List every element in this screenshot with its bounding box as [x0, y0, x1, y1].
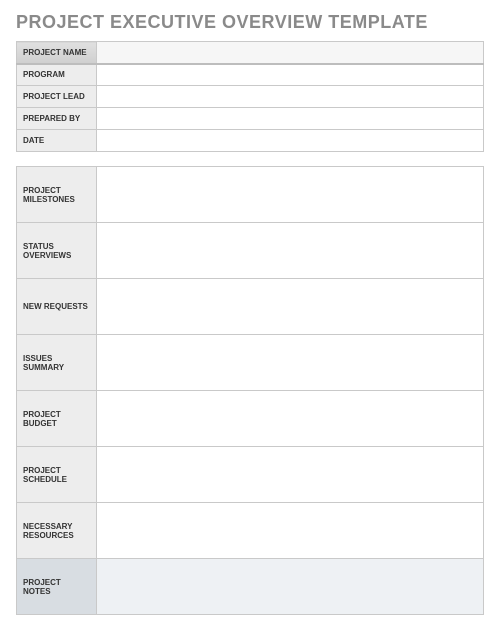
header-row: DATE — [17, 130, 484, 152]
section-row: STATUS OVERVIEWS — [17, 223, 484, 279]
header-value-prepared-by[interactable] — [97, 108, 484, 130]
header-table: PROJECT NAME PROGRAM PROJECT LEAD PREPAR… — [16, 41, 484, 152]
section-value-resources[interactable] — [97, 503, 484, 559]
header-label-project-lead: PROJECT LEAD — [17, 86, 97, 108]
section-label-resources: NECESSARY RESOURCES — [17, 503, 97, 559]
section-row: PROJECT MILESTONES — [17, 167, 484, 223]
page-title: PROJECT EXECUTIVE OVERVIEW TEMPLATE — [16, 12, 484, 33]
header-label-prepared-by: PREPARED BY — [17, 108, 97, 130]
section-value-status[interactable] — [97, 223, 484, 279]
section-label-issues: ISSUES SUMMARY — [17, 335, 97, 391]
header-value-date[interactable] — [97, 130, 484, 152]
header-value-project-lead[interactable] — [97, 86, 484, 108]
header-row: PREPARED BY — [17, 108, 484, 130]
header-label-date: DATE — [17, 130, 97, 152]
section-label-schedule: PROJECT SCHEDULE — [17, 447, 97, 503]
header-row: PROJECT LEAD — [17, 86, 484, 108]
section-value-schedule[interactable] — [97, 447, 484, 503]
header-value-project-name[interactable] — [97, 42, 484, 64]
header-row: PROGRAM — [17, 64, 484, 86]
section-row: NECESSARY RESOURCES — [17, 503, 484, 559]
section-label-budget: PROJECT BUDGET — [17, 391, 97, 447]
section-row: ISSUES SUMMARY — [17, 335, 484, 391]
header-label-project-name: PROJECT NAME — [17, 42, 97, 64]
header-row: PROJECT NAME — [17, 42, 484, 64]
section-label-notes: PROJECT NOTES — [17, 559, 97, 615]
section-row: PROJECT BUDGET — [17, 391, 484, 447]
section-value-notes[interactable] — [97, 559, 484, 615]
section-row: NEW REQUESTS — [17, 279, 484, 335]
section-value-new-requests[interactable] — [97, 279, 484, 335]
sections-table: PROJECT MILESTONES STATUS OVERVIEWS NEW … — [16, 166, 484, 615]
header-label-program: PROGRAM — [17, 64, 97, 86]
section-row: PROJECT SCHEDULE — [17, 447, 484, 503]
section-label-new-requests: NEW REQUESTS — [17, 279, 97, 335]
section-label-milestones: PROJECT MILESTONES — [17, 167, 97, 223]
section-value-issues[interactable] — [97, 335, 484, 391]
section-label-status: STATUS OVERVIEWS — [17, 223, 97, 279]
section-value-budget[interactable] — [97, 391, 484, 447]
section-row: PROJECT NOTES — [17, 559, 484, 615]
header-value-program[interactable] — [97, 64, 484, 86]
section-value-milestones[interactable] — [97, 167, 484, 223]
